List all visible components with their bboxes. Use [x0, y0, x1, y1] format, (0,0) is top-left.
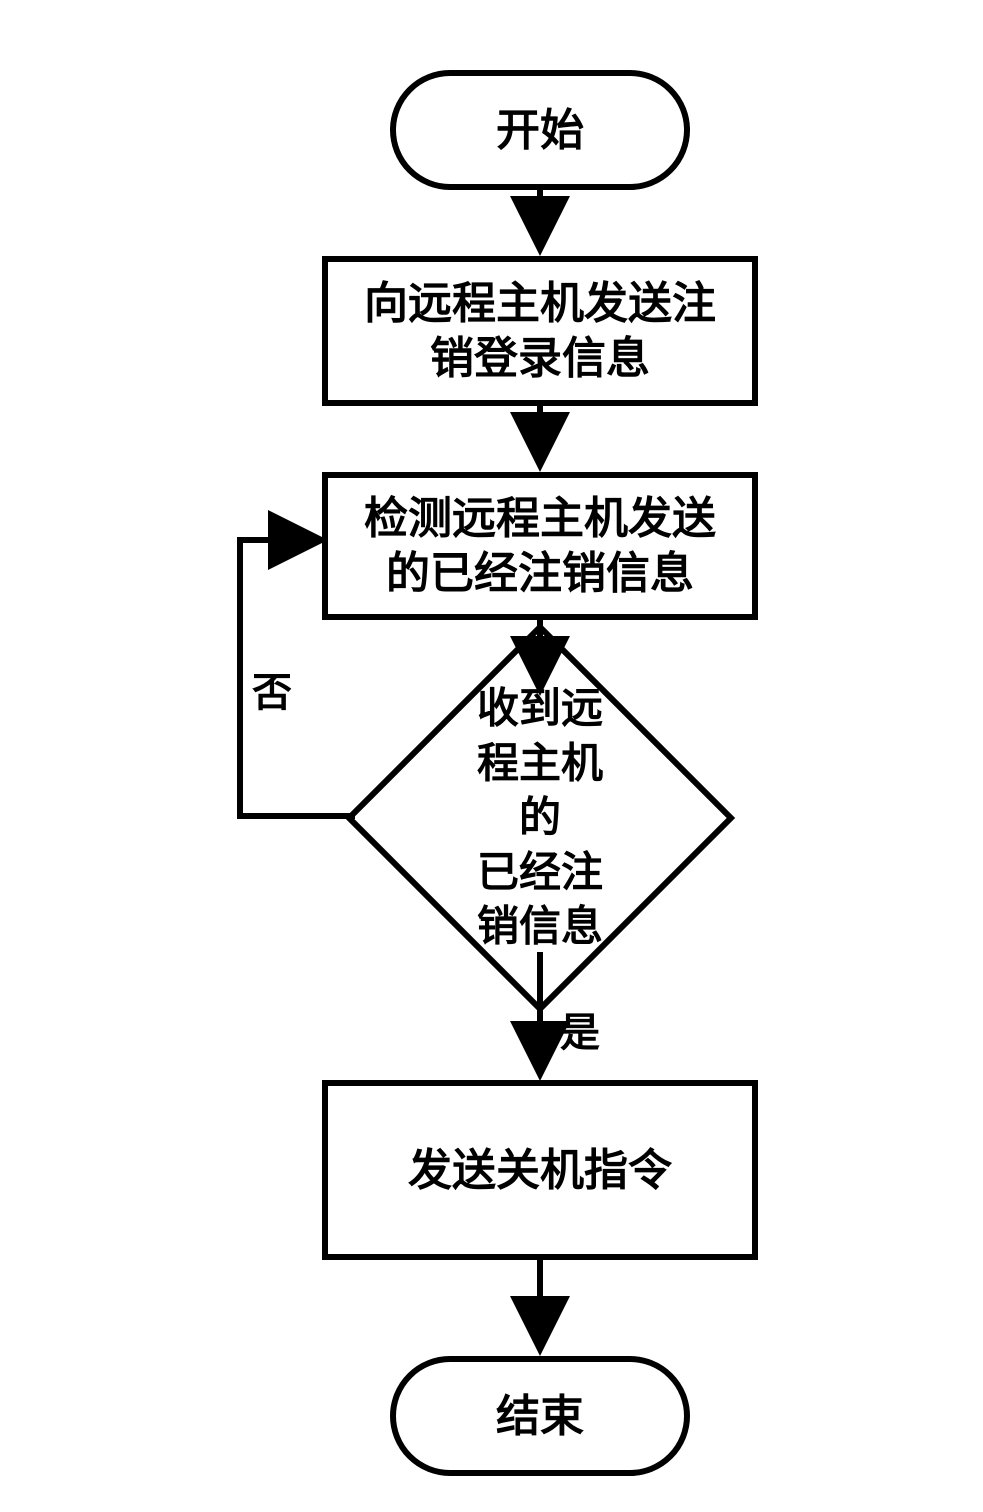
step-check-logout-label: 检测远程主机发送 的已经注销信息: [364, 491, 716, 601]
start-node: 开始: [390, 70, 690, 190]
yes-label: 是: [560, 1000, 600, 1058]
decision-node: 收到远程主机的 已经注销信息: [402, 680, 678, 956]
step-check-logout: 检测远程主机发送 的已经注销信息: [322, 472, 758, 620]
step-send-shutdown: 发送关机指令: [322, 1080, 758, 1260]
end-label: 结束: [496, 1389, 584, 1444]
flowchart-canvas: 开始 向远程主机发送注 销登录信息 检测远程主机发送 的已经注销信息 收到远程主…: [0, 0, 983, 1512]
step-send-logout: 向远程主机发送注 销登录信息: [322, 256, 758, 406]
decision-label: 收到远程主机的 已经注销信息: [471, 682, 609, 955]
step-send-shutdown-label: 发送关机指令: [408, 1143, 672, 1198]
end-node: 结束: [390, 1356, 690, 1476]
step-send-logout-label: 向远程主机发送注 销登录信息: [364, 276, 716, 386]
start-label: 开始: [496, 103, 584, 158]
no-label: 否: [252, 660, 292, 718]
